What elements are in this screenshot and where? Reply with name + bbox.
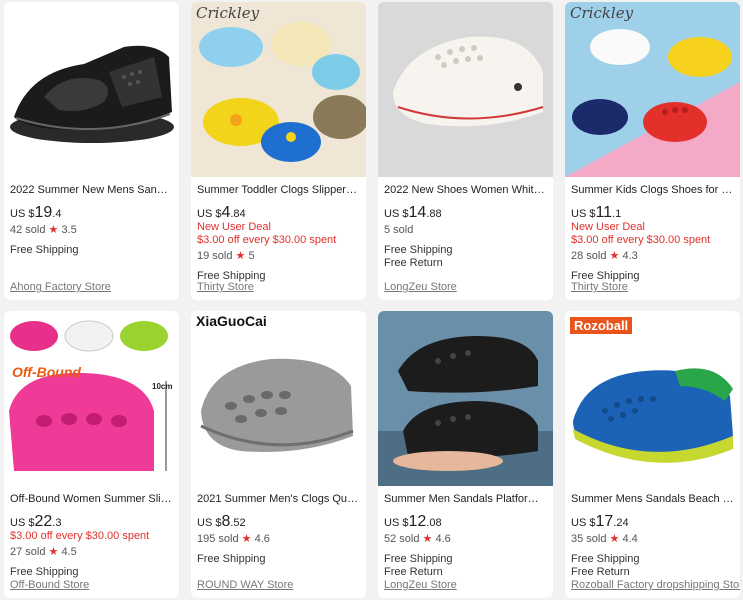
- product-title[interactable]: 2022 New Shoes Women White Sh...: [384, 184, 547, 197]
- product-image[interactable]: [378, 311, 553, 486]
- product-price: US $19.4: [10, 204, 62, 221]
- product-card[interactable]: Summer Men Sandals Platform Cl... US $12…: [378, 311, 553, 598]
- product-price: US $8.52: [197, 513, 246, 530]
- sold-rating: 19 sold ★ 5: [197, 250, 255, 262]
- brand-tag: Crickley: [196, 4, 260, 22]
- product-card[interactable]: XiaGuoCai 2021 Summer Men's Clogs Quick …: [191, 311, 366, 598]
- sold-rating: 195 sold ★ 4.6: [197, 533, 270, 545]
- store-link[interactable]: LongZeu Store: [384, 579, 457, 591]
- sold-count: 5 sold: [384, 224, 414, 236]
- store-link[interactable]: Ahong Factory Store: [10, 281, 111, 293]
- product-title[interactable]: Summer Toddler Clogs Slippers Ca...: [197, 184, 360, 197]
- off-bound-label: Off-Bound: [12, 364, 81, 380]
- product-title[interactable]: 2021 Summer Men's Clogs Quick ...: [197, 493, 360, 506]
- product-grid: 2022 Summer New Mens Sandals ... US $19.…: [0, 0, 743, 600]
- return-info: Free Return: [384, 566, 443, 578]
- star-icon: ★: [48, 224, 59, 236]
- star-icon: ★: [609, 250, 620, 262]
- star-icon: ★: [241, 533, 252, 545]
- product-title[interactable]: Summer Kids Clogs Shoes for Boys...: [571, 184, 734, 197]
- star-icon: ★: [422, 533, 433, 545]
- product-image[interactable]: Rozoball: [565, 311, 740, 486]
- product-price: US $17.24: [571, 513, 629, 530]
- store-link[interactable]: ROUND WAY Store: [197, 579, 293, 591]
- product-image[interactable]: Crickley: [191, 2, 366, 177]
- product-price: US $11.1: [571, 204, 622, 221]
- store-link[interactable]: LongZeu Store: [384, 281, 457, 293]
- product-card[interactable]: Crickley Summer Kids Clogs Shoes for Boy…: [565, 2, 740, 300]
- product-card[interactable]: 2022 New Shoes Women White Sh... US $14.…: [378, 2, 553, 300]
- product-title[interactable]: 2022 Summer New Mens Sandals ...: [10, 184, 173, 197]
- product-price: US $22.3: [10, 513, 62, 530]
- brand-tag: XiaGuoCai: [196, 313, 267, 329]
- sold-rating: 42 sold ★ 3.5: [10, 224, 77, 236]
- product-price: US $4.84: [197, 204, 246, 221]
- sold-rating: 28 sold ★ 4.3: [571, 250, 638, 262]
- discount-offer: $3.00 off every $30.00 spent: [10, 530, 150, 542]
- sold-rating: 35 sold ★ 4.4: [571, 533, 638, 545]
- shipping-info: Free Shipping: [10, 244, 79, 256]
- product-image[interactable]: [378, 2, 553, 177]
- discount-offer: $3.00 off every $30.00 spent: [571, 234, 711, 246]
- shipping-info: Free Shipping: [10, 566, 79, 578]
- product-title[interactable]: Off-Bound Women Summer Slippe...: [10, 493, 173, 506]
- store-link[interactable]: Thirty Store: [571, 281, 628, 293]
- product-card[interactable]: Crickley Summer Toddler Clogs Slippers C…: [191, 2, 366, 300]
- star-icon: ★: [48, 546, 59, 558]
- product-image[interactable]: [4, 2, 179, 177]
- shipping-info: Free Shipping: [384, 244, 453, 256]
- sold-rating: 27 sold ★ 4.5: [10, 546, 77, 558]
- height-label: 10cm: [152, 382, 172, 391]
- brand-tag: Crickley: [570, 4, 634, 22]
- return-info: Free Return: [571, 566, 630, 578]
- star-icon: ★: [609, 533, 620, 545]
- store-link[interactable]: Rozoball Factory dropshipping Store: [571, 579, 740, 591]
- store-link[interactable]: Off-Bound Store: [10, 579, 89, 591]
- product-image[interactable]: Crickley: [565, 2, 740, 177]
- star-icon: ★: [235, 250, 246, 262]
- sold-rating: 52 sold ★ 4.6: [384, 533, 451, 545]
- product-title[interactable]: Summer Mens Sandals Beach Spo...: [571, 493, 734, 506]
- shipping-info: Free Shipping: [384, 553, 453, 565]
- product-title[interactable]: Summer Men Sandals Platform Cl...: [384, 493, 547, 506]
- product-card[interactable]: Off-Bound 10cm Off-Bound Women Summer Sl…: [4, 311, 179, 598]
- product-price: US $12.08: [384, 513, 442, 530]
- new-user-deal: New User Deal: [571, 221, 645, 233]
- product-card[interactable]: 2022 Summer New Mens Sandals ... US $19.…: [4, 2, 179, 300]
- product-card[interactable]: Rozoball Summer Mens Sandals Beach Spo..…: [565, 311, 740, 598]
- product-image[interactable]: Off-Bound 10cm: [4, 311, 179, 486]
- product-price: US $14.88: [384, 204, 442, 221]
- shipping-info: Free Shipping: [197, 553, 266, 565]
- return-info: Free Return: [384, 257, 443, 269]
- shipping-info: Free Shipping: [571, 553, 640, 565]
- discount-offer: $3.00 off every $30.00 spent: [197, 234, 337, 246]
- brand-tag: Rozoball: [570, 317, 633, 334]
- store-link[interactable]: Thirty Store: [197, 281, 254, 293]
- new-user-deal: New User Deal: [197, 221, 271, 233]
- product-image[interactable]: XiaGuoCai: [191, 311, 366, 486]
